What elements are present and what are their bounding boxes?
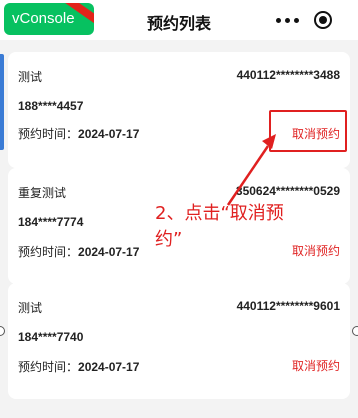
vconsole-label: vConsole bbox=[12, 10, 75, 27]
appointment-date: 预约时间：2024-07-17 bbox=[18, 125, 139, 142]
appointment-id-number: 350624********0529 bbox=[235, 184, 340, 198]
close-capsule-icon[interactable] bbox=[314, 11, 332, 29]
annotation-line-2: 约” bbox=[155, 229, 183, 250]
date-value: 2024-07-17 bbox=[78, 360, 140, 374]
appointment-id-number: 440112********3488 bbox=[236, 68, 340, 82]
appointment-name: 重复测试 bbox=[18, 186, 67, 200]
right-scroll-handle bbox=[352, 326, 358, 336]
side-indicator bbox=[0, 54, 4, 150]
appointment-phone: 184****7740 bbox=[18, 330, 84, 344]
cancel-appointment-button[interactable]: 取消预约 bbox=[292, 357, 340, 374]
date-value: 2024-07-17 bbox=[78, 127, 140, 141]
annotation-text: 2、点击“取消预 约” bbox=[155, 201, 315, 253]
more-icon[interactable] bbox=[275, 18, 299, 24]
date-value: 2024-07-17 bbox=[78, 245, 140, 259]
date-label: 预约时间： bbox=[18, 245, 79, 259]
annotation-line-1: 2、点击“取消预 bbox=[155, 203, 284, 224]
date-label: 预约时间： bbox=[18, 127, 79, 141]
appointment-name: 测试 bbox=[18, 70, 43, 84]
appointment-date: 预约时间：2024-07-17 bbox=[18, 358, 139, 375]
appointment-phone: 184****7774 bbox=[18, 215, 84, 229]
left-scroll-handle bbox=[0, 326, 5, 336]
appointment-id-number: 440112********9601 bbox=[236, 299, 340, 313]
appointment-date: 预约时间：2024-07-17 bbox=[18, 243, 139, 260]
appointment-card: 测试 440112********9601 184****7740 预约时间：2… bbox=[8, 283, 350, 399]
date-label: 预约时间： bbox=[18, 360, 79, 374]
annotation-highlight-box bbox=[269, 110, 347, 152]
appointment-phone: 188****4457 bbox=[18, 99, 84, 113]
vconsole-button[interactable]: vConsole bbox=[4, 3, 94, 35]
appointment-name: 测试 bbox=[18, 301, 43, 315]
